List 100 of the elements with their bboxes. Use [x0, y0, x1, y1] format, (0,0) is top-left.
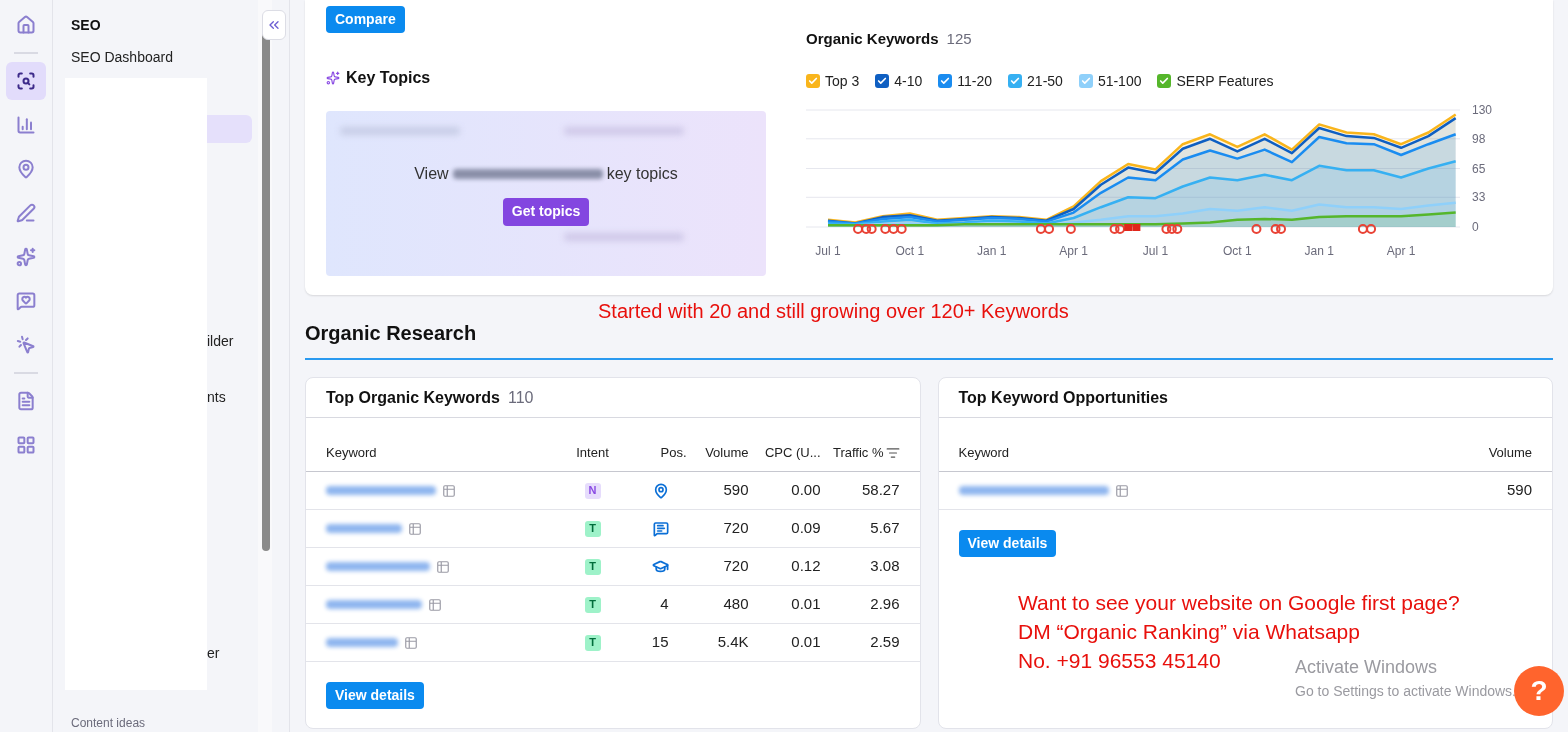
- table-cell-text: 0.12: [790, 556, 821, 577]
- key-topics-title: Key Topics: [346, 68, 431, 88]
- view-details-button[interactable]: View details: [958, 530, 1057, 557]
- serp-snapshot-icon: [404, 635, 418, 650]
- apps-icon: [16, 435, 36, 455]
- x-tick-label: Apr 1: [1059, 243, 1088, 258]
- table-cell-text: 590: [722, 480, 749, 501]
- document-icon: [16, 391, 36, 411]
- activation-title: Activate Windows: [1295, 656, 1439, 679]
- promo-text: DM “Organic Ranking” via Whatsapp: [1018, 619, 1360, 645]
- sidebar-item[interactable]: nts: [207, 383, 252, 411]
- table-cell-text: 0.09: [790, 518, 821, 539]
- y-tick-label: 65: [1472, 161, 1486, 175]
- table-cell-text: 720: [722, 556, 749, 577]
- table-cell-text: 0.00: [790, 480, 821, 501]
- serp-snapshot-icon: [1114, 483, 1129, 498]
- legend-checkbox[interactable]: [1008, 74, 1023, 88]
- legend-checkbox[interactable]: [875, 74, 890, 88]
- legend-label: 11-20: [957, 71, 993, 91]
- legend-checkbox[interactable]: [1157, 74, 1172, 88]
- table-cell-text: 2.96: [869, 594, 900, 615]
- intent-badge: N: [584, 482, 601, 499]
- sparkles-icon: [16, 247, 36, 267]
- table-cell-text: 2.59: [869, 632, 900, 653]
- cursor-click-icon: [16, 335, 36, 355]
- legend-label: Top 3: [825, 71, 860, 91]
- serp-snapshot-icon: [408, 521, 422, 536]
- scrollbar[interactable]: [258, 0, 272, 732]
- table-cell-text: 0.01: [790, 632, 821, 653]
- x-tick-label: Jan 1: [1304, 243, 1334, 258]
- intent-badge: T: [584, 596, 601, 613]
- map-pin-icon: [16, 159, 36, 179]
- column-header: Volume: [1488, 444, 1532, 463]
- x-tick-label: Jan 1: [977, 243, 1007, 258]
- legend-label: 4-10: [894, 71, 923, 91]
- legend-checkbox[interactable]: [938, 74, 953, 88]
- column-header: Intent: [575, 444, 610, 463]
- x-tick-label: Jul 1: [815, 243, 841, 258]
- serp-snapshot-icon: [442, 483, 456, 498]
- get-topics-button[interactable]: Get topics: [502, 197, 590, 226]
- sidebar-item[interactable]: ilder: [207, 327, 252, 355]
- intent-badge: T: [584, 634, 601, 651]
- promo-text: No. +91 96553 45140: [1018, 648, 1221, 674]
- column-header: Keyword: [958, 444, 1010, 463]
- chart-title: Organic Keywords: [806, 29, 939, 49]
- bar-chart-icon: [16, 115, 36, 135]
- legend-label: 21-50: [1027, 71, 1063, 91]
- column-header: Traffic %: [832, 444, 884, 463]
- y-tick-label: 130: [1472, 102, 1493, 117]
- legend-checkbox[interactable]: [806, 74, 820, 88]
- column-header: Pos.: [659, 444, 688, 463]
- table-cell-text: 590: [1506, 480, 1532, 501]
- table-cell-text: 720: [722, 518, 749, 539]
- promo-text: Want to see your website on Google first page?: [1018, 590, 1460, 616]
- x-tick-label: Apr 1: [1386, 243, 1416, 258]
- intent-badge: T: [584, 520, 601, 537]
- card-title: Top Keyword Opportunities: [958, 387, 1168, 408]
- sidebar-section-label: Content ideas: [71, 715, 146, 732]
- rail-button[interactable]: [6, 62, 46, 100]
- table-cell-text: 3.08: [869, 556, 900, 577]
- x-tick-label: Oct 1: [895, 243, 925, 258]
- serp-snapshot-icon: [436, 559, 450, 574]
- table-cell-text: 0.01: [790, 594, 821, 615]
- map-pin-icon: [652, 482, 669, 499]
- home-icon: [16, 15, 36, 35]
- sidebar-item[interactable]: SEO Dashboard: [59, 43, 252, 71]
- column-header: Keyword: [326, 444, 378, 463]
- column-header: CPC (U...: [763, 444, 821, 463]
- x-tick-label: Oct 1: [1223, 243, 1252, 258]
- collapse-button[interactable]: [262, 10, 286, 40]
- pen-icon: [16, 203, 36, 223]
- table-cell-text: 5.4K: [716, 632, 749, 653]
- legend-label: SERP Features: [1176, 71, 1274, 91]
- legend-label: 51-100: [1097, 71, 1142, 91]
- view-details-button[interactable]: View details: [326, 682, 424, 709]
- position-value: 4: [660, 594, 669, 615]
- sparkle-icon: [326, 71, 340, 85]
- y-tick-label: 33: [1472, 189, 1486, 204]
- search-icon: [16, 71, 36, 91]
- card-title: Top Organic Keywords: [326, 387, 500, 408]
- legend-checkbox[interactable]: [1078, 74, 1093, 88]
- sidebar-item[interactable]: er: [207, 639, 252, 667]
- intent-badge: T: [584, 558, 601, 575]
- table-cell-text: 480: [722, 594, 749, 615]
- x-tick-label: Jul 1: [1142, 243, 1169, 258]
- topics-prompt: View: [414, 163, 449, 184]
- section-title: SEO: [71, 16, 101, 35]
- keyword-count: 125: [946, 29, 972, 49]
- redacted-text: [326, 638, 398, 647]
- sort-icon: [885, 446, 900, 460]
- table-cell-text: 58.27: [860, 480, 900, 501]
- serp-snapshot-icon: [428, 597, 442, 612]
- position-value: 15: [651, 632, 669, 653]
- table-cell-text: 5.67: [869, 518, 900, 539]
- y-tick-label: 98: [1472, 131, 1486, 146]
- y-tick-label: 0: [1472, 219, 1479, 234]
- keyword-count: 110: [507, 387, 534, 408]
- heart-chat-icon: [16, 291, 36, 311]
- topics-prompt: key topics: [606, 163, 678, 184]
- compare-button[interactable]: Compare: [326, 6, 405, 33]
